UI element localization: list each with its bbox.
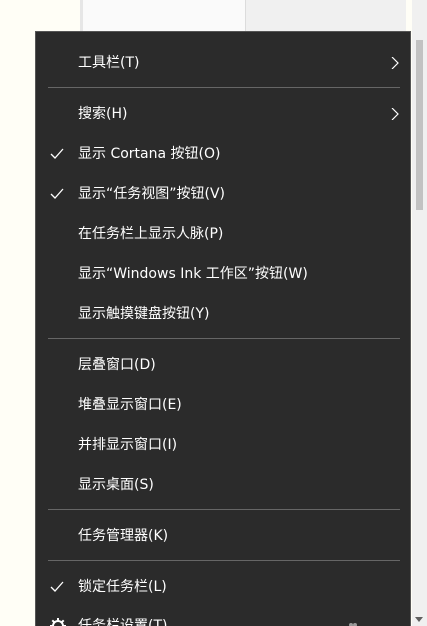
menu-item-side-by-side[interactable]: 并排显示窗口(I) (36, 427, 410, 463)
menu-item-label: 在任务栏上显示人脉(P) (78, 226, 224, 242)
taskbar-context-menu: 工具栏(T) 搜索(H) 显示 Cortana 按钮(O) 显示“任务视图”按钮… (35, 31, 411, 626)
menu-separator (48, 87, 400, 88)
scrollbar-thumb[interactable] (416, 40, 423, 210)
menu-item-label: 并排显示窗口(I) (78, 437, 178, 453)
menu-item-show-cortana[interactable]: 显示 Cortana 按钮(O) (36, 136, 410, 172)
menu-item-label: 工具栏(T) (78, 55, 140, 71)
menu-separator (48, 338, 400, 339)
menu-item-search[interactable]: 搜索(H) (36, 96, 410, 132)
menu-item-label: 堆叠显示窗口(E) (78, 397, 182, 413)
menu-item-label: 任务栏设置(T) (78, 618, 168, 626)
menu-separator (48, 509, 400, 510)
menu-item-label: 显示触摸键盘按钮(Y) (78, 306, 210, 322)
gear-icon (50, 618, 66, 626)
menu-item-show-desktop[interactable]: 显示桌面(S) (36, 467, 410, 503)
menu-item-lock-taskbar[interactable]: 锁定任务栏(L) (36, 569, 410, 605)
chevron-right-icon (391, 108, 399, 120)
vertical-scrollbar[interactable] (412, 0, 427, 626)
menu-item-label: 锁定任务栏(L) (78, 579, 167, 595)
menu-item-label: 层叠窗口(D) (78, 357, 156, 373)
chevron-right-icon (391, 57, 399, 69)
menu-item-label: 显示桌面(S) (78, 477, 154, 493)
checkmark-icon (50, 188, 64, 199)
menu-item-show-windows-ink[interactable]: 显示“Windows Ink 工作区”按钮(W) (36, 256, 410, 292)
checkmark-icon (50, 581, 64, 592)
menu-separator (48, 560, 400, 561)
menu-item-show-task-view[interactable]: 显示“任务视图”按钮(V) (36, 176, 410, 212)
checkmark-icon (50, 148, 64, 159)
menu-item-toolbars[interactable]: 工具栏(T) (36, 45, 410, 81)
menu-item-label: 搜索(H) (78, 106, 128, 122)
menu-item-show-people[interactable]: 在任务栏上显示人脉(P) (36, 216, 410, 252)
menu-item-label: 任务管理器(K) (78, 528, 169, 544)
menu-item-show-touch-keyboard[interactable]: 显示触摸键盘按钮(Y) (36, 296, 410, 332)
menu-item-task-manager[interactable]: 任务管理器(K) (36, 518, 410, 554)
menu-item-label: 显示 Cortana 按钮(O) (78, 146, 221, 162)
menu-item-stack-windows[interactable]: 堆叠显示窗口(E) (36, 387, 410, 423)
scroll-down-arrow-icon[interactable] (415, 617, 423, 622)
menu-item-label: 显示“任务视图”按钮(V) (78, 186, 226, 202)
dots-icon (349, 623, 357, 626)
menu-item-label: 显示“Windows Ink 工作区”按钮(W) (78, 266, 308, 282)
menu-item-cascade-windows[interactable]: 层叠窗口(D) (36, 347, 410, 383)
